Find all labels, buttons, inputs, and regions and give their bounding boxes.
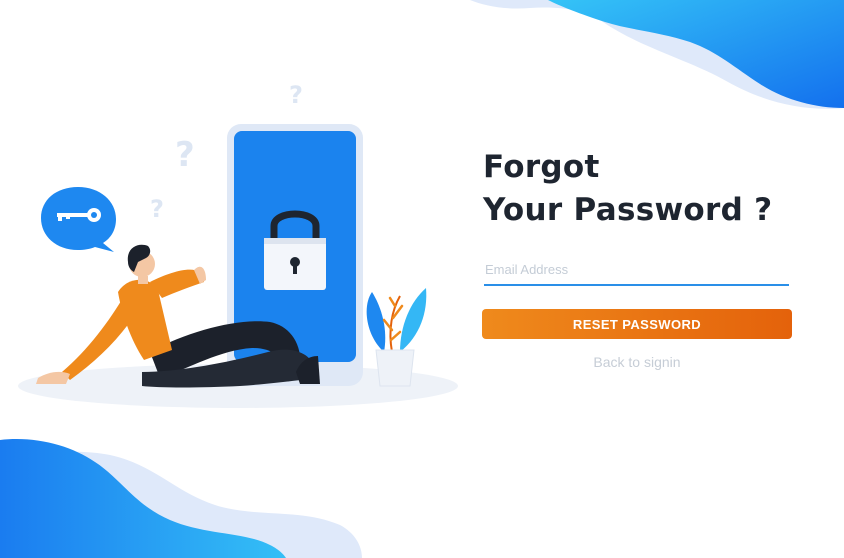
reset-password-button[interactable]: RESET PASSWORD [482, 309, 792, 339]
key-speech-bubble [41, 187, 116, 252]
question-mark-icon: ? [175, 135, 195, 175]
forgot-password-page: ? ? ? Forgot Your Password ? Email Addre… [0, 0, 844, 558]
question-mark-icon: ? [289, 81, 303, 109]
title-line-1: Forgot [483, 149, 600, 185]
email-input[interactable] [484, 255, 789, 286]
title-line-2: Your Password ? [483, 192, 773, 228]
forgot-password-illustration: ? ? ? [18, 81, 458, 408]
question-mark-icon: ? [150, 195, 164, 223]
back-to-signin-link[interactable]: Back to signin [482, 354, 792, 370]
email-field-wrapper [484, 255, 789, 286]
page-title: Forgot Your Password ? [483, 146, 813, 232]
